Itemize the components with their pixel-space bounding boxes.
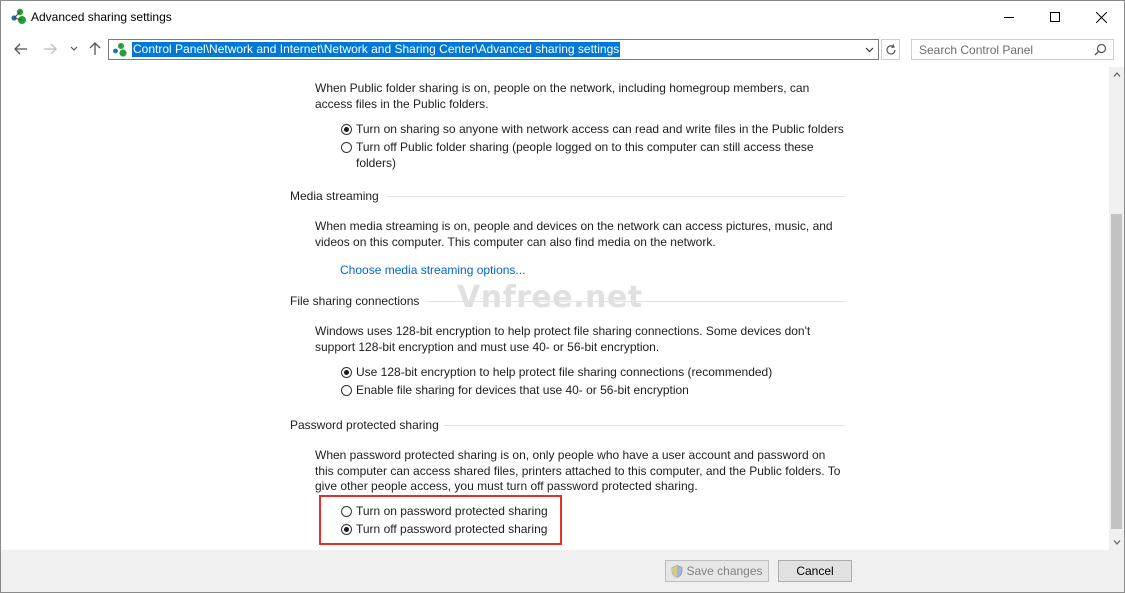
refresh-icon [885, 43, 896, 54]
window-title: Advanced sharing settings [31, 10, 172, 24]
scroll-up-button[interactable] [1109, 67, 1124, 82]
media-streaming-description: When media streaming is on, people and d… [315, 219, 833, 249]
scrollbar-thumb[interactable] [1111, 214, 1122, 529]
up-arrow-icon [89, 42, 101, 55]
chevron-down-icon [70, 46, 78, 51]
media-streaming-options-link[interactable]: Choose media streaming options... [340, 263, 525, 277]
chevron-up-icon [1113, 72, 1120, 77]
cancel-label: Cancel [796, 564, 834, 578]
radio-button[interactable] [341, 385, 352, 396]
watermark: Vnfree.net [457, 280, 643, 315]
back-arrow-icon [14, 43, 27, 55]
close-icon [1095, 11, 1107, 23]
section-divider [444, 425, 845, 426]
up-button[interactable] [85, 39, 105, 59]
advanced-sharing-window: Advanced sharing settings Control Panel\… [0, 0, 1125, 593]
media-streaming-title: Media streaming [290, 189, 379, 203]
file-sharing-description: Windows uses 128-bit encryption to help … [315, 324, 811, 354]
network-app-icon [11, 8, 26, 24]
option-label[interactable]: Enable file sharing for devices that use… [356, 383, 689, 399]
public-folder-option-on[interactable]: Turn on sharing so anyone with network a… [341, 122, 846, 138]
save-changes-label: Save changes [686, 564, 763, 578]
search-input[interactable]: Search Control Panel [911, 39, 1114, 60]
public-folder-description: When Public folder sharing is on, people… [315, 81, 810, 111]
radio-button[interactable] [341, 142, 352, 153]
forward-button[interactable] [40, 39, 60, 59]
password-sharing-title: Password protected sharing [290, 418, 439, 432]
search-placeholder: Search Control Panel [919, 43, 1034, 57]
close-button[interactable] [1078, 1, 1124, 33]
section-divider [387, 196, 845, 197]
network-location-icon [113, 43, 127, 57]
settings-content: When Public folder sharing is on, people… [1, 67, 1109, 550]
uac-shield-icon [672, 564, 683, 578]
section-divider [427, 301, 845, 302]
search-icon[interactable] [1094, 43, 1107, 56]
back-button[interactable] [11, 39, 31, 59]
chevron-down-icon [865, 47, 873, 52]
file-sharing-title: File sharing connections [290, 294, 420, 308]
cancel-button[interactable]: Cancel [778, 560, 852, 582]
forward-arrow-icon [44, 43, 57, 55]
address-bar[interactable]: Control Panel\Network and Internet\Netwo… [108, 39, 879, 60]
annotation-highlight-box [319, 495, 562, 545]
minimize-button[interactable] [986, 1, 1032, 33]
encryption-128-option[interactable]: Use 128-bit encryption to help protect f… [341, 365, 821, 381]
footer-bar: Save changes Cancel [1, 550, 1124, 592]
title-bar: Advanced sharing settings [1, 1, 1124, 33]
address-dropdown-button[interactable] [862, 42, 876, 57]
maximize-button[interactable] [1032, 1, 1078, 33]
maximize-icon [1050, 12, 1060, 22]
radio-button[interactable] [341, 367, 352, 378]
public-folder-option-off[interactable]: Turn off Public folder sharing (people l… [341, 140, 821, 171]
navigation-bar: Control Panel\Network and Internet\Netwo… [1, 34, 1124, 64]
radio-button[interactable] [341, 124, 352, 135]
address-path[interactable]: Control Panel\Network and Internet\Netwo… [132, 42, 621, 57]
chevron-down-icon [1113, 540, 1120, 545]
option-label[interactable]: Turn on sharing so anyone with network a… [356, 122, 844, 138]
minimize-icon [1004, 17, 1014, 18]
vertical-scrollbar[interactable] [1109, 67, 1124, 550]
password-sharing-description: When password protected sharing is on, o… [315, 448, 841, 493]
save-changes-button[interactable]: Save changes [665, 560, 769, 582]
option-label[interactable]: Use 128-bit encryption to help protect f… [356, 365, 772, 381]
recent-locations-button[interactable] [64, 39, 84, 59]
encryption-40-56-option[interactable]: Enable file sharing for devices that use… [341, 383, 821, 399]
refresh-button[interactable] [881, 39, 900, 60]
option-label[interactable]: Turn off Public folder sharing (people l… [356, 140, 821, 171]
scroll-down-button[interactable] [1109, 535, 1124, 550]
